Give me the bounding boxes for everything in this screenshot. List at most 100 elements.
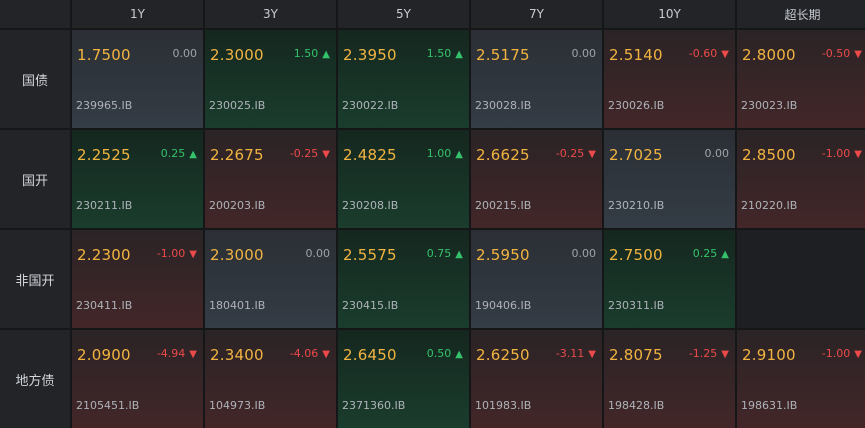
quote-cell-local-gov-1y[interactable]: 2.0900 -4.94 ▼ 2105451.IB [72,330,203,428]
column-header-1y[interactable]: 1Y [72,0,203,28]
yield-value: 2.0900 [77,346,131,364]
yield-value: 2.6250 [476,346,530,364]
quote-cell-cdb-1y[interactable]: 2.2525 0.25 ▲ 230211.IB [72,130,203,228]
yield-value: 2.2525 [77,146,131,164]
triangle-up-icon: ▲ [455,49,463,60]
bond-code: 2371360.IB [342,399,406,412]
quote-cell-cdb-3y[interactable]: 2.2675 -0.25 ▼ 200203.IB [205,130,336,228]
yield-value: 2.5950 [476,246,530,264]
row-header-non-cdb[interactable]: 非国开 [0,230,70,328]
quote-cell-treasury-10y[interactable]: 2.5140 -0.60 ▼ 230026.IB [604,30,735,128]
yield-value: 2.7500 [609,246,663,264]
change-text: -4.06 [289,347,319,360]
quote-cell-non-cdb-10y[interactable]: 2.7500 0.25 ▲ 230311.IB [604,230,735,328]
triangle-down-icon: ▼ [322,349,330,360]
change-value: 0.00 [572,247,597,260]
quote-cell-non-cdb-5y[interactable]: 2.5575 0.75 ▲ 230415.IB [338,230,469,328]
quote-cell-local-gov-3y[interactable]: 2.3400 -4.06 ▼ 104973.IB [205,330,336,428]
change-value: 0.50 ▲ [427,347,463,360]
triangle-up-icon: ▲ [189,149,197,160]
change-text: 0.50 [426,347,452,360]
triangle-down-icon: ▼ [189,349,197,360]
quote-cell-treasury-7y[interactable]: 2.5175 0.00 230028.IB [471,30,602,128]
column-header-10y[interactable]: 10Y [604,0,735,28]
change-value: 0.00 [705,147,730,160]
quote-cell-non-cdb-1y[interactable]: 2.2300 -1.00 ▼ 230411.IB [72,230,203,328]
quote-cell-empty-non-cdb-ultra-long [737,230,865,328]
bond-code: 230311.IB [608,299,665,312]
quote-cell-cdb-10y[interactable]: 2.7025 0.00 230210.IB [604,130,735,228]
triangle-up-icon: ▲ [455,349,463,360]
bond-code: 230028.IB [475,99,532,112]
quote-cell-non-cdb-3y[interactable]: 2.3000 0.00 180401.IB [205,230,336,328]
bond-code: 230211.IB [76,199,133,212]
change-value: 1.50 ▲ [294,47,330,60]
quote-cell-treasury-ultra-long[interactable]: 2.8000 -0.50 ▼ 230023.IB [737,30,865,128]
bond-code: 198428.IB [608,399,665,412]
row-header-local-gov[interactable]: 地方债 [0,330,70,428]
column-header-5y[interactable]: 5Y [338,0,469,28]
change-text: 1.50 [293,47,319,60]
row-header-cdb[interactable]: 国开 [0,130,70,228]
quote-cell-non-cdb-7y[interactable]: 2.5950 0.00 190406.IB [471,230,602,328]
triangle-down-icon: ▼ [588,349,596,360]
quote-cell-treasury-1y[interactable]: 1.7500 0.00 239965.IB [72,30,203,128]
change-value: -1.00 ▼ [822,147,862,160]
quote-cell-treasury-5y[interactable]: 2.3950 1.50 ▲ 230022.IB [338,30,469,128]
yield-value: 2.7025 [609,146,663,164]
change-text: 1.00 [426,147,452,160]
quote-cell-cdb-ultra-long[interactable]: 2.8500 -1.00 ▼ 210220.IB [737,130,865,228]
bond-code: 2105451.IB [76,399,140,412]
triangle-up-icon: ▲ [721,249,729,260]
quote-cell-local-gov-5y[interactable]: 2.6450 0.50 ▲ 2371360.IB [338,330,469,428]
column-header-3y[interactable]: 3Y [205,0,336,28]
change-text: 0.25 [160,147,186,160]
bond-code: 230411.IB [76,299,133,312]
triangle-up-icon: ▲ [322,49,330,60]
change-text: -1.00 [156,247,186,260]
change-text: 0.25 [692,247,718,260]
change-text: -1.25 [688,347,718,360]
quote-cell-treasury-3y[interactable]: 2.3000 1.50 ▲ 230025.IB [205,30,336,128]
change-text: -1.00 [821,347,851,360]
change-text: -0.25 [289,147,319,160]
yield-value: 2.5175 [476,46,530,64]
change-text: 0.00 [172,47,198,60]
yield-value: 2.2675 [210,146,264,164]
change-text: 0.00 [305,247,331,260]
change-text: 0.00 [571,247,597,260]
yield-value: 1.7500 [77,46,131,64]
change-value: 1.50 ▲ [427,47,463,60]
yield-value: 2.6450 [343,346,397,364]
quote-cell-local-gov-7y[interactable]: 2.6250 -3.11 ▼ 101983.IB [471,330,602,428]
yield-value: 2.8500 [742,146,796,164]
bond-code: 180401.IB [209,299,266,312]
bond-code: 230022.IB [342,99,399,112]
bond-code: 230208.IB [342,199,399,212]
change-value: -0.25 ▼ [556,147,596,160]
quote-cell-local-gov-ultra-long[interactable]: 2.9100 -1.00 ▼ 198631.IB [737,330,865,428]
change-text: 0.00 [704,147,730,160]
yield-matrix: 1Y 3Y 5Y 7Y 10Y 超长期 国债 1.7500 0.00 239965.I… [0,0,865,428]
yield-value: 2.9100 [742,346,796,364]
change-value: 0.25 ▲ [161,147,197,160]
bond-code: 101983.IB [475,399,532,412]
bond-code: 200215.IB [475,199,532,212]
change-value: -1.00 ▼ [822,347,862,360]
change-value: -3.11 ▼ [556,347,596,360]
bond-code: 230025.IB [209,99,266,112]
column-header-7y[interactable]: 7Y [471,0,602,28]
change-value: 0.75 ▲ [427,247,463,260]
change-text: -0.50 [821,47,851,60]
bond-code: 230023.IB [741,99,798,112]
row-header-treasury[interactable]: 国债 [0,30,70,128]
column-header-ultra-long[interactable]: 超长期 [737,0,865,28]
triangle-down-icon: ▼ [854,149,862,160]
quote-cell-cdb-7y[interactable]: 2.6625 -0.25 ▼ 200215.IB [471,130,602,228]
bond-code: 104973.IB [209,399,266,412]
quote-cell-local-gov-10y[interactable]: 2.8075 -1.25 ▼ 198428.IB [604,330,735,428]
change-value: 1.00 ▲ [427,147,463,160]
triangle-down-icon: ▼ [721,349,729,360]
bond-code: 230415.IB [342,299,399,312]
quote-cell-cdb-5y[interactable]: 2.4825 1.00 ▲ 230208.IB [338,130,469,228]
